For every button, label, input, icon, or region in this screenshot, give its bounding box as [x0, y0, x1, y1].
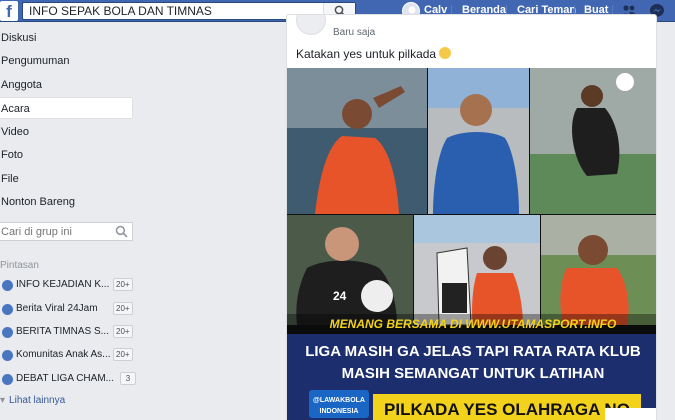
- banner-text: PILKADA YES OLAHRAGA NO: [384, 400, 630, 419]
- sidebar-item-acara[interactable]: Acara: [0, 97, 133, 119]
- shortcut-label: INFO KEJADIAN K...: [16, 279, 110, 290]
- group-sidebar: Diskusi Pengumuman Anggota Acara Video F…: [0, 22, 140, 420]
- blue-kit-player: [433, 132, 519, 214]
- notification-count-badge: 3: [120, 372, 136, 385]
- sidebar-item-diskusi[interactable]: Diskusi: [0, 27, 133, 49]
- shortcut-label: BERITA TIMNAS S...: [16, 326, 109, 337]
- watermark-text: MENANG BERSAMA DI WWW.UTAMASPORT.INFO: [330, 317, 617, 331]
- search-input[interactable]: [23, 3, 323, 19]
- post-text: Katakan yes untuk pilkada: [296, 47, 452, 61]
- striped-jersey: [442, 283, 467, 313]
- sidebar-item-video[interactable]: Video: [0, 121, 133, 143]
- post-image[interactable]: 24 MENANG BERSAMA DI WWW.UTAMASPORT.INFO…: [287, 68, 656, 420]
- shortcut-item[interactable]: DEBAT LIGA CHAM... 3: [0, 372, 136, 388]
- feed-post: Baru saja Katakan yes untuk pilkada 24 M…: [286, 14, 657, 420]
- notification-count-badge: 20+: [113, 325, 133, 338]
- post-timestamp[interactable]: Baru saja: [333, 27, 375, 38]
- notification-count-badge: 20+: [113, 348, 133, 361]
- see-more-label: Lihat lainnya: [9, 395, 66, 406]
- group-search-box[interactable]: [0, 222, 133, 241]
- headline-line-2: MASIH SEMANGAT UNTUK LATIHAN: [342, 365, 605, 382]
- banner-corner: [605, 408, 656, 420]
- shortcut-label: Komunitas Anak As...: [16, 349, 111, 360]
- player-head: [460, 94, 492, 126]
- chevron-down-icon: ▾: [0, 395, 6, 406]
- notification-count-badge: 20+: [113, 278, 133, 291]
- shortcut-label: DEBAT LIGA CHAM...: [16, 373, 114, 384]
- shortcut-item[interactable]: Komunitas Anak As... 20+: [0, 348, 133, 364]
- search-icon[interactable]: [115, 225, 128, 238]
- sidebar-item-anggota[interactable]: Anggota: [0, 74, 133, 96]
- facebook-logo[interactable]: f: [0, 1, 18, 21]
- football-collage-image: 24 MENANG BERSAMA DI WWW.UTAMASPORT.INFO…: [287, 68, 656, 420]
- post-text-content: Katakan yes untuk pilkada: [296, 47, 437, 61]
- sidebar-item-pengumuman[interactable]: Pengumuman: [0, 50, 133, 72]
- photo-panel: [414, 215, 540, 243]
- shortcut-item[interactable]: BERITA TIMNAS S... 20+: [0, 325, 133, 341]
- see-more-link[interactable]: ▾ Lihat lainnya: [0, 395, 65, 406]
- shortcut-item[interactable]: Berita Viral 24Jam 20+: [0, 302, 133, 318]
- jersey-number: 24: [333, 289, 347, 303]
- notification-count-badge: 20+: [113, 302, 133, 315]
- shortcut-label: Berita Viral 24Jam: [16, 303, 98, 314]
- sidebar-item-file[interactable]: File: [0, 168, 133, 190]
- source-badge-line-1: @LAWAKBOLA: [313, 397, 365, 404]
- player-head: [581, 85, 603, 107]
- smiling-face-emoji-icon: [439, 47, 452, 59]
- group-icon: [2, 280, 13, 291]
- league-logo: [616, 73, 634, 91]
- shortcut-item[interactable]: INFO KEJADIAN K... 20+: [0, 278, 133, 294]
- player-head: [483, 246, 507, 270]
- group-icon: [2, 327, 13, 338]
- player-head: [578, 235, 608, 265]
- group-icon: [2, 374, 13, 385]
- sidebar-item-foto[interactable]: Foto: [0, 144, 133, 166]
- football-ball: [361, 280, 393, 312]
- poster-avatar[interactable]: [296, 15, 326, 35]
- player-head: [342, 99, 372, 129]
- player-head: [325, 227, 359, 261]
- shortcuts-heading: Pintasan: [0, 260, 39, 271]
- source-badge-line-2: INDONESIA: [320, 408, 359, 415]
- group-search-input[interactable]: [0, 223, 110, 240]
- group-icon: [2, 304, 13, 315]
- sidebar-item-nonton-bareng[interactable]: Nonton Bareng: [0, 191, 133, 213]
- group-icon: [2, 350, 13, 361]
- headline-line-1: LIGA MASIH GA JELAS TAPI RATA RATA KLUB: [305, 343, 641, 360]
- right-gutter: [657, 22, 675, 420]
